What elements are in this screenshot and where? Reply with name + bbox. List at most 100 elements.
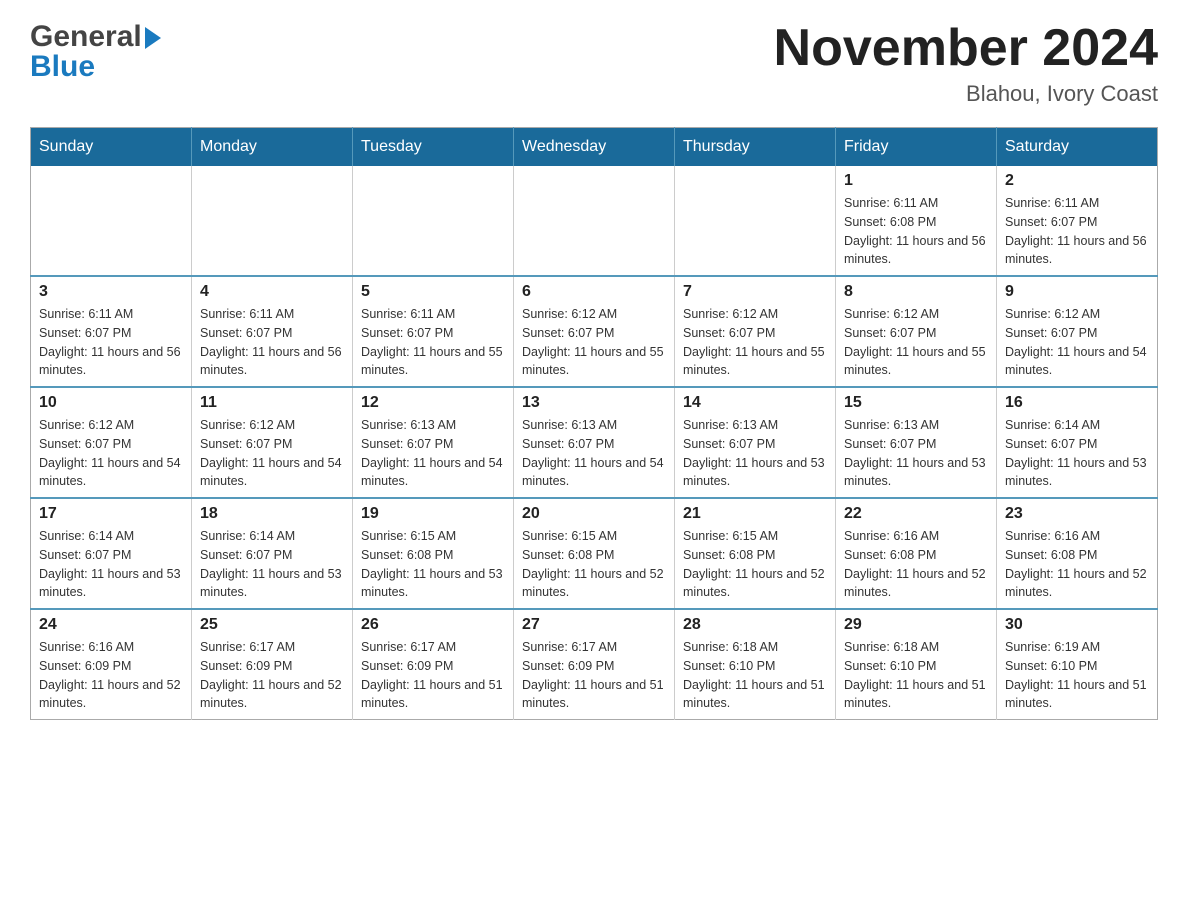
day-number: 12 [361, 394, 505, 412]
weekday-header-saturday: Saturday [997, 128, 1158, 167]
calendar-cell: 7 Sunrise: 6:12 AMSunset: 6:07 PMDaylight… [675, 276, 836, 387]
day-number: 8 [844, 283, 988, 301]
day-info: Sunrise: 6:13 AMSunset: 6:07 PMDaylight:… [361, 416, 505, 491]
weekday-header-tuesday: Tuesday [353, 128, 514, 167]
calendar-cell [353, 166, 514, 276]
day-number: 16 [1005, 394, 1149, 412]
day-info: Sunrise: 6:16 AMSunset: 6:08 PMDaylight:… [1005, 527, 1149, 602]
calendar-cell: 18 Sunrise: 6:14 AMSunset: 6:07 PMDayligh… [192, 498, 353, 609]
day-number: 17 [39, 505, 183, 523]
day-number: 24 [39, 616, 183, 634]
calendar-cell [192, 166, 353, 276]
day-number: 22 [844, 505, 988, 523]
weekday-header-thursday: Thursday [675, 128, 836, 167]
day-info: Sunrise: 6:11 AMSunset: 6:07 PMDaylight:… [39, 305, 183, 380]
day-info: Sunrise: 6:14 AMSunset: 6:07 PMDaylight:… [1005, 416, 1149, 491]
day-info: Sunrise: 6:17 AMSunset: 6:09 PMDaylight:… [522, 638, 666, 713]
calendar-cell: 9 Sunrise: 6:12 AMSunset: 6:07 PMDaylight… [997, 276, 1158, 387]
day-number: 21 [683, 505, 827, 523]
calendar-cell [31, 166, 192, 276]
day-number: 2 [1005, 172, 1149, 190]
calendar-cell: 19 Sunrise: 6:15 AMSunset: 6:08 PMDayligh… [353, 498, 514, 609]
calendar-cell: 12 Sunrise: 6:13 AMSunset: 6:07 PMDayligh… [353, 387, 514, 498]
day-info: Sunrise: 6:16 AMSunset: 6:09 PMDaylight:… [39, 638, 183, 713]
day-info: Sunrise: 6:12 AMSunset: 6:07 PMDaylight:… [39, 416, 183, 491]
day-info: Sunrise: 6:13 AMSunset: 6:07 PMDaylight:… [522, 416, 666, 491]
day-info: Sunrise: 6:16 AMSunset: 6:08 PMDaylight:… [844, 527, 988, 602]
calendar-cell: 20 Sunrise: 6:15 AMSunset: 6:08 PMDayligh… [514, 498, 675, 609]
logo-arrow-icon [145, 27, 161, 49]
day-number: 10 [39, 394, 183, 412]
day-number: 1 [844, 172, 988, 190]
calendar-cell [675, 166, 836, 276]
calendar-cell: 29 Sunrise: 6:18 AMSunset: 6:10 PMDayligh… [836, 609, 997, 720]
calendar-cell: 25Sunrise: 6:17 AMSunset: 6:09 PMDayligh… [192, 609, 353, 720]
day-info: Sunrise: 6:18 AMSunset: 6:10 PMDaylight:… [844, 638, 988, 713]
day-number: 18 [200, 505, 344, 523]
calendar-week-row: 10 Sunrise: 6:12 AMSunset: 6:07 PMDayligh… [31, 387, 1158, 498]
day-number: 19 [361, 505, 505, 523]
weekday-header-friday: Friday [836, 128, 997, 167]
logo-general-text: General [30, 20, 142, 54]
calendar-cell: 5 Sunrise: 6:11 AMSunset: 6:07 PMDaylight… [353, 276, 514, 387]
day-info: Sunrise: 6:12 AMSunset: 6:07 PMDaylight:… [200, 416, 344, 491]
calendar-cell: 15 Sunrise: 6:13 AMSunset: 6:07 PMDayligh… [836, 387, 997, 498]
calendar-cell: 6Sunrise: 6:12 AMSunset: 6:07 PMDaylight… [514, 276, 675, 387]
day-number: 14 [683, 394, 827, 412]
day-number: 23 [1005, 505, 1149, 523]
calendar-cell: 14 Sunrise: 6:13 AMSunset: 6:07 PMDayligh… [675, 387, 836, 498]
day-info: Sunrise: 6:12 AMSunset: 6:07 PMDaylight:… [683, 305, 827, 380]
page-header: General Blue November 2024 Blahou, Ivory… [30, 20, 1158, 107]
day-number: 9 [1005, 283, 1149, 301]
weekday-header-sunday: Sunday [31, 128, 192, 167]
calendar-cell: 26Sunrise: 6:17 AMSunset: 6:09 PMDayligh… [353, 609, 514, 720]
calendar-cell: 27 Sunrise: 6:17 AMSunset: 6:09 PMDayligh… [514, 609, 675, 720]
month-title: November 2024 [774, 20, 1158, 77]
weekday-header-monday: Monday [192, 128, 353, 167]
day-number: 30 [1005, 616, 1149, 634]
day-number: 29 [844, 616, 988, 634]
calendar-cell: 23 Sunrise: 6:16 AMSunset: 6:08 PMDayligh… [997, 498, 1158, 609]
weekday-header-row: SundayMondayTuesdayWednesdayThursdayFrid… [31, 128, 1158, 167]
day-info: Sunrise: 6:11 AMSunset: 6:07 PMDaylight:… [200, 305, 344, 380]
calendar-cell: 11 Sunrise: 6:12 AMSunset: 6:07 PMDayligh… [192, 387, 353, 498]
calendar-cell: 4Sunrise: 6:11 AMSunset: 6:07 PMDaylight… [192, 276, 353, 387]
day-info: Sunrise: 6:14 AMSunset: 6:07 PMDaylight:… [200, 527, 344, 602]
day-info: Sunrise: 6:17 AMSunset: 6:09 PMDaylight:… [361, 638, 505, 713]
day-info: Sunrise: 6:12 AMSunset: 6:07 PMDaylight:… [1005, 305, 1149, 380]
weekday-header-wednesday: Wednesday [514, 128, 675, 167]
day-info: Sunrise: 6:17 AMSunset: 6:09 PMDaylight:… [200, 638, 344, 713]
day-number: 15 [844, 394, 988, 412]
day-number: 20 [522, 505, 666, 523]
day-info: Sunrise: 6:13 AMSunset: 6:07 PMDaylight:… [844, 416, 988, 491]
day-info: Sunrise: 6:14 AMSunset: 6:07 PMDaylight:… [39, 527, 183, 602]
day-info: Sunrise: 6:15 AMSunset: 6:08 PMDaylight:… [361, 527, 505, 602]
calendar-cell: 8Sunrise: 6:12 AMSunset: 6:07 PMDaylight… [836, 276, 997, 387]
calendar-cell: 13 Sunrise: 6:13 AMSunset: 6:07 PMDayligh… [514, 387, 675, 498]
calendar-cell: 3Sunrise: 6:11 AMSunset: 6:07 PMDaylight… [31, 276, 192, 387]
day-number: 7 [683, 283, 827, 301]
calendar-table: SundayMondayTuesdayWednesdayThursdayFrid… [30, 127, 1158, 720]
calendar-cell: 17 Sunrise: 6:14 AMSunset: 6:07 PMDayligh… [31, 498, 192, 609]
location-label: Blahou, Ivory Coast [774, 81, 1158, 107]
calendar-cell: 24 Sunrise: 6:16 AMSunset: 6:09 PMDayligh… [31, 609, 192, 720]
day-info: Sunrise: 6:18 AMSunset: 6:10 PMDaylight:… [683, 638, 827, 713]
calendar-cell: 30Sunrise: 6:19 AMSunset: 6:10 PMDayligh… [997, 609, 1158, 720]
day-number: 13 [522, 394, 666, 412]
day-number: 11 [200, 394, 344, 412]
calendar-cell: 2 Sunrise: 6:11 AMSunset: 6:07 PMDaylight… [997, 166, 1158, 276]
day-number: 27 [522, 616, 666, 634]
calendar-cell: 28Sunrise: 6:18 AMSunset: 6:10 PMDayligh… [675, 609, 836, 720]
day-info: Sunrise: 6:11 AMSunset: 6:07 PMDaylight:… [361, 305, 505, 380]
day-number: 5 [361, 283, 505, 301]
calendar-cell: 1 Sunrise: 6:11 AMSunset: 6:08 PMDaylight… [836, 166, 997, 276]
day-info: Sunrise: 6:11 AMSunset: 6:07 PMDaylight:… [1005, 194, 1149, 269]
logo: General Blue [30, 20, 161, 84]
day-info: Sunrise: 6:11 AMSunset: 6:08 PMDaylight:… [844, 194, 988, 269]
day-info: Sunrise: 6:15 AMSunset: 6:08 PMDaylight:… [683, 527, 827, 602]
calendar-week-row: 17 Sunrise: 6:14 AMSunset: 6:07 PMDayligh… [31, 498, 1158, 609]
day-info: Sunrise: 6:13 AMSunset: 6:07 PMDaylight:… [683, 416, 827, 491]
day-info: Sunrise: 6:15 AMSunset: 6:08 PMDaylight:… [522, 527, 666, 602]
calendar-cell: 16 Sunrise: 6:14 AMSunset: 6:07 PMDayligh… [997, 387, 1158, 498]
logo-blue-text: Blue [30, 50, 161, 84]
